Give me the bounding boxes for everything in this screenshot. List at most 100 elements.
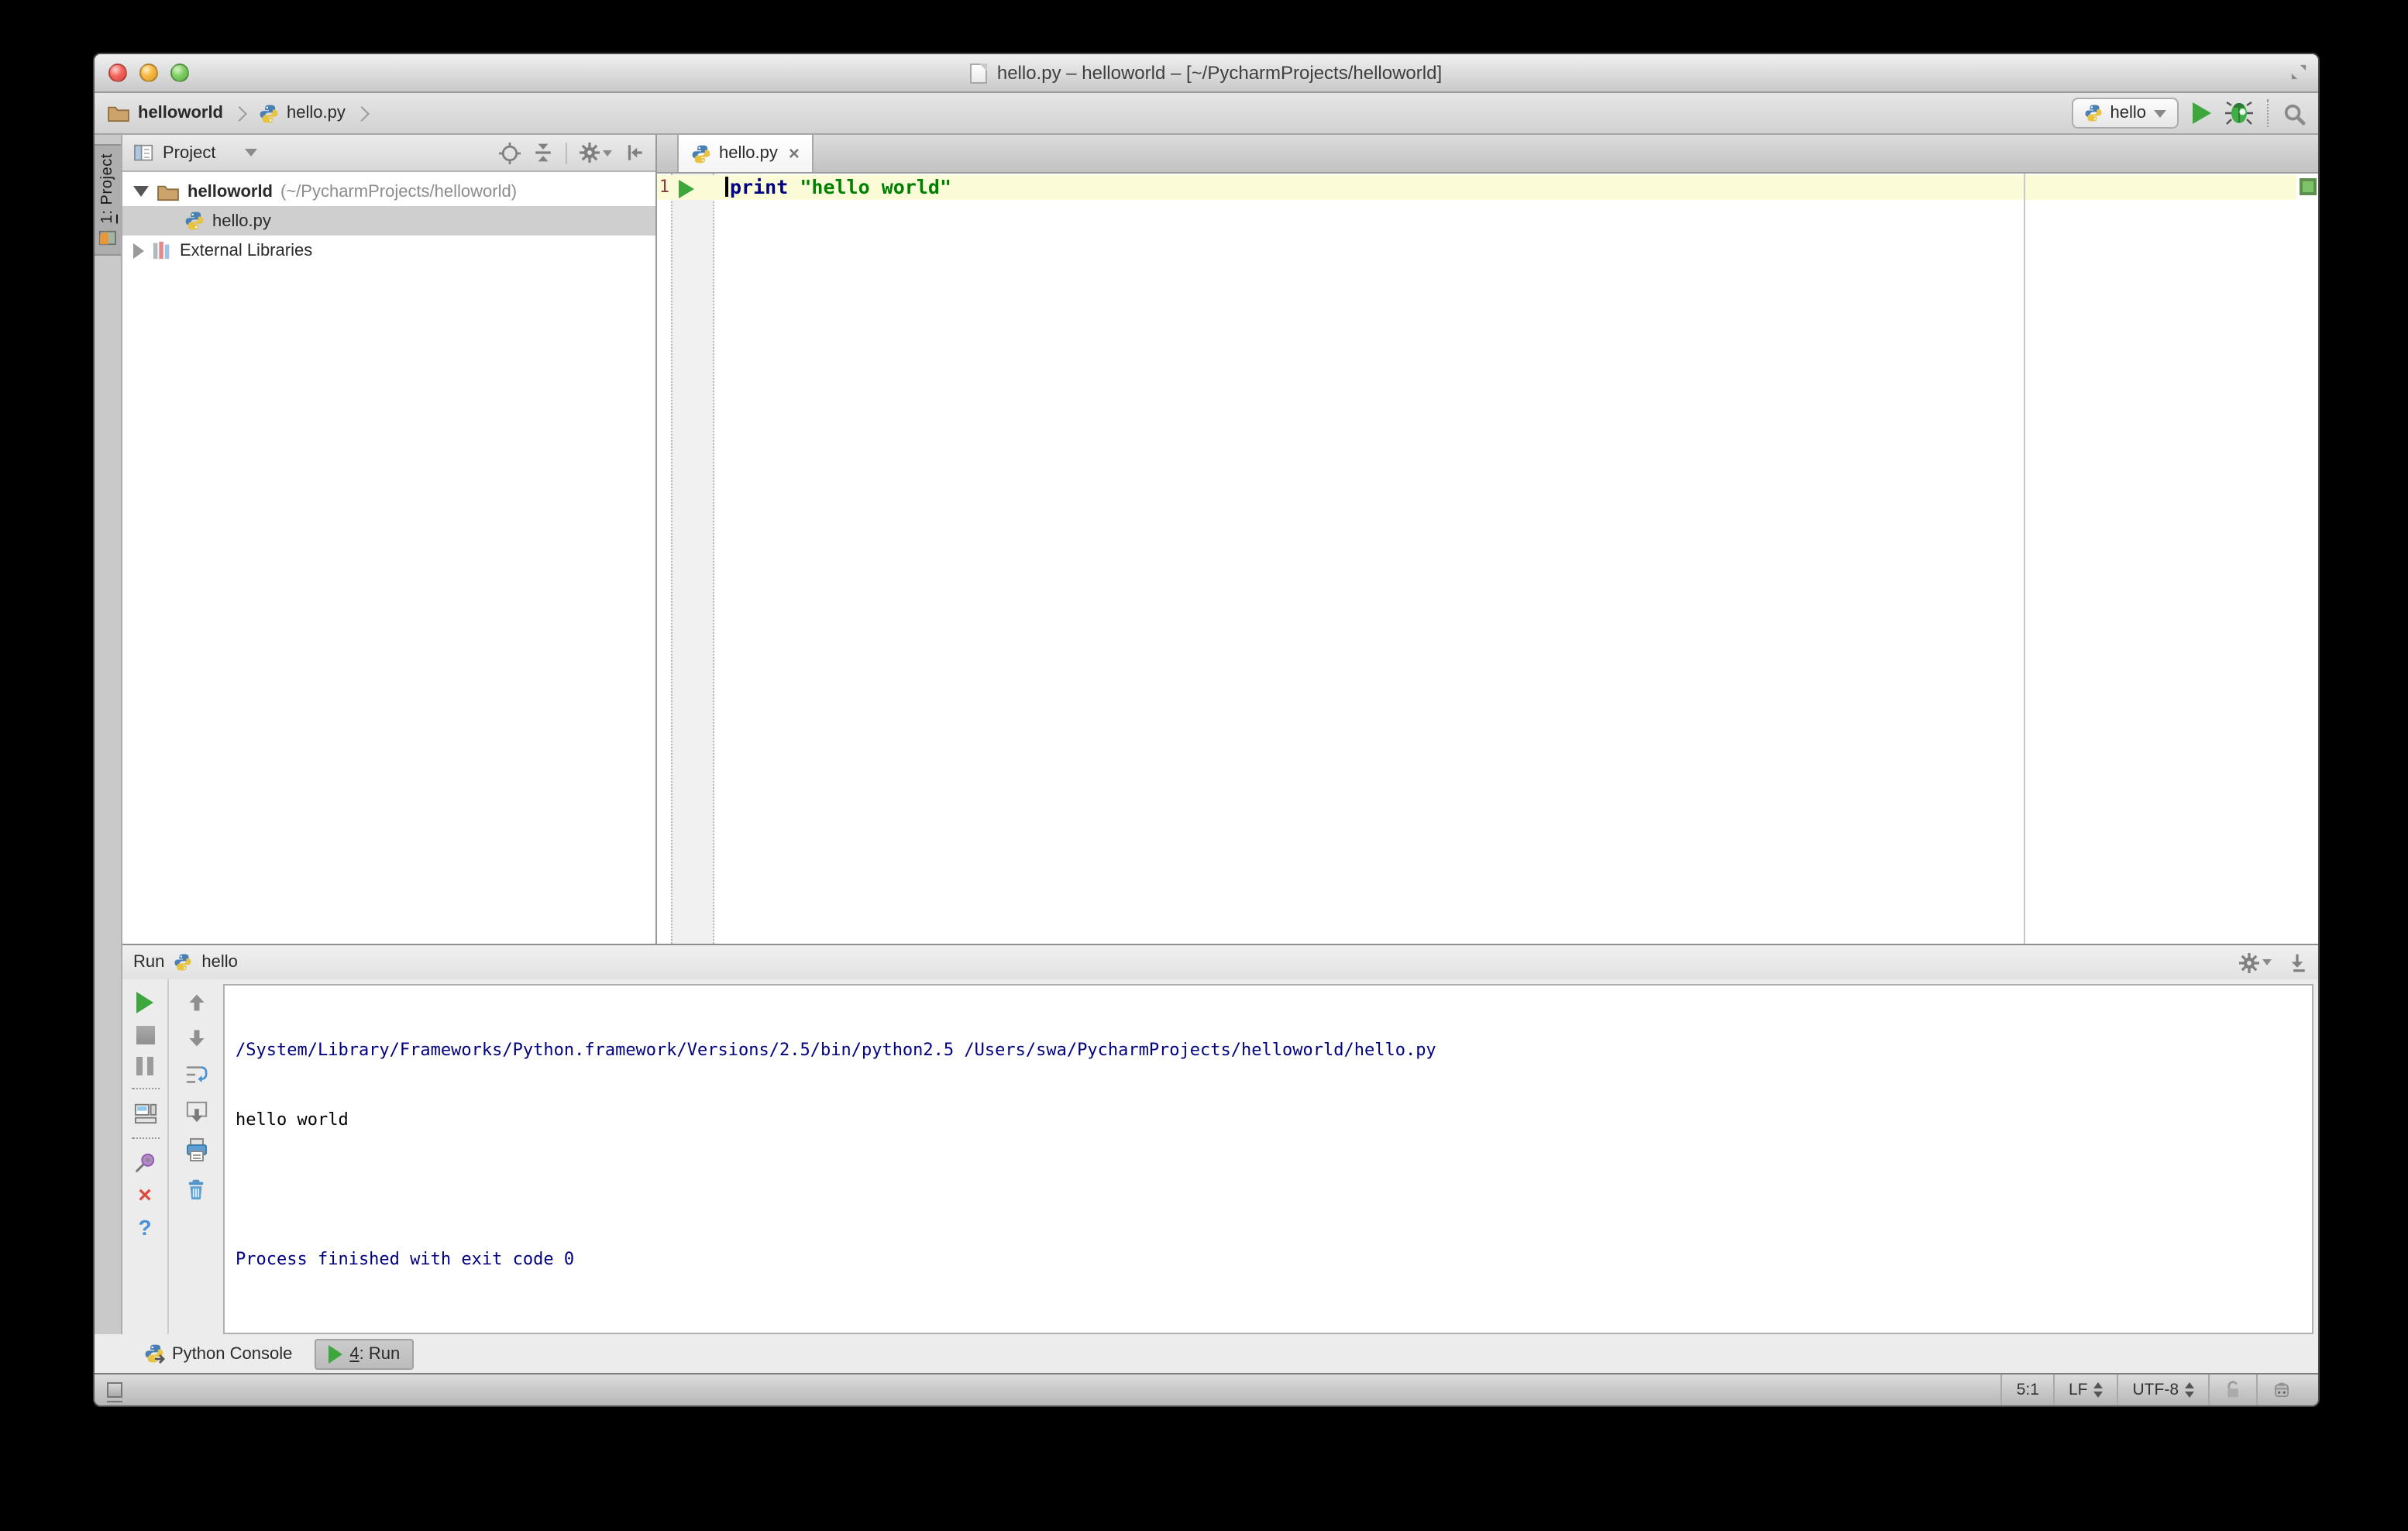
hector-inspector-icon <box>2275 1382 2289 1397</box>
folder-icon <box>157 182 180 201</box>
project-stripe-label: 1: Project <box>99 153 116 224</box>
fullscreen-arrows-icon[interactable] <box>2290 64 2307 81</box>
clear-console-trash-icon[interactable] <box>184 1176 208 1201</box>
project-tool-window: Project helloworld (~/PycharmProjects/he… <box>122 135 657 944</box>
code-string: "hello world" <box>800 175 952 198</box>
selector-arrows-icon <box>2093 1382 2104 1398</box>
hide-panel-down-icon[interactable] <box>2287 952 2307 972</box>
breadcrumb-file[interactable]: hello.py <box>287 104 346 122</box>
code-line-1: print "hello world" <box>725 175 951 200</box>
line-separator-widget[interactable]: LF <box>2052 1374 2117 1405</box>
python-icon <box>2084 104 2103 122</box>
title-bar: hello.py – helloworld – [~/PycharmProjec… <box>95 54 2318 93</box>
zoom-window-button[interactable] <box>170 64 189 82</box>
scroll-to-end-icon[interactable] <box>184 1100 208 1123</box>
traffic-lights <box>108 64 189 82</box>
run-panel-settings[interactable] <box>2239 952 2272 972</box>
stop-button[interactable] <box>136 1026 154 1044</box>
error-stripe <box>2296 174 2318 944</box>
chevron-down-icon <box>2154 109 2166 117</box>
lock-widget[interactable] <box>2208 1374 2256 1405</box>
gear-icon <box>2239 952 2259 972</box>
document-proxy-icon <box>970 63 988 83</box>
help-icon[interactable]: ? <box>138 1216 151 1238</box>
toolbar-separator <box>2267 99 2269 127</box>
chevron-right-icon <box>232 105 247 121</box>
tree-item-external-libraries[interactable]: External Libraries <box>122 236 655 265</box>
tab-hello-py[interactable]: hello.py × <box>677 135 814 172</box>
highlighting-level-widget[interactable] <box>2256 1374 2306 1405</box>
panel-settings[interactable] <box>580 143 612 163</box>
up-stack-trace-icon[interactable] <box>185 992 207 1013</box>
line-number: 1 <box>659 177 669 197</box>
status-bar: 5:1 LF UTF-8 <box>95 1373 2318 1405</box>
console-line: hello world <box>236 1110 349 1130</box>
down-stack-trace-icon[interactable] <box>185 1027 207 1049</box>
caret-position-widget[interactable]: 5:1 <box>2000 1374 2053 1405</box>
encoding-widget[interactable]: UTF-8 <box>2117 1374 2209 1405</box>
close-panel-icon[interactable]: × <box>138 1184 152 1207</box>
chevron-down-icon <box>245 149 258 157</box>
soft-wrap-icon[interactable] <box>184 1063 208 1086</box>
minimize-window-button[interactable] <box>139 64 158 82</box>
text-caret <box>725 177 728 197</box>
debug-bug-button[interactable] <box>2225 101 2253 126</box>
console-output[interactable]: /System/Library/Frameworks/Python.framew… <box>223 984 2313 1334</box>
scroll-from-source-icon[interactable] <box>499 142 521 163</box>
run-line-marker-icon[interactable] <box>679 180 694 198</box>
project-view-selector[interactable]: Project <box>163 143 216 162</box>
collapsed-arrow-icon[interactable] <box>133 243 144 258</box>
pause-button[interactable] <box>136 1057 153 1075</box>
toggle-tool-window-stripes-icon[interactable] <box>107 1382 122 1402</box>
tree-item-project-root[interactable]: helloworld (~/PycharmProjects/helloworld… <box>122 177 655 206</box>
run-panel-header: Run hello <box>122 945 2318 979</box>
collapse-all-icon[interactable] <box>533 143 553 163</box>
pycharm-window: hello.py – helloworld – [~/PycharmProjec… <box>93 53 2320 1407</box>
restore-layout-icon[interactable] <box>132 1102 157 1125</box>
chevron-down-icon <box>603 150 612 156</box>
python-file-icon <box>691 143 711 163</box>
run-toolbar-main: × ? <box>122 979 169 1334</box>
python-file-icon <box>259 103 279 123</box>
pin-tab-icon[interactable] <box>133 1151 157 1175</box>
breadcrumb-project[interactable]: helloworld <box>138 104 223 122</box>
sidebar-item-project[interactable]: 1: Project <box>95 144 121 256</box>
folder-icon <box>107 104 130 122</box>
tab-label: hello.py <box>719 144 778 163</box>
tree-item-label: helloworld <box>187 182 273 201</box>
inspection-status-ok-icon[interactable] <box>2300 178 2317 195</box>
search-icon[interactable] <box>2282 101 2306 125</box>
close-window-button[interactable] <box>108 64 127 82</box>
close-tab-icon[interactable]: × <box>789 144 800 163</box>
breadcrumb: helloworld hello.py <box>107 103 373 123</box>
navigation-bar: helloworld hello.py hello <box>95 93 2318 135</box>
tool-window-button-run[interactable]: 4: Run <box>314 1338 415 1369</box>
chevron-down-icon <box>2262 959 2272 965</box>
run-icon <box>328 1344 342 1363</box>
tool-window-bottom-bar: Python Console 4: Run <box>95 1334 2318 1373</box>
tree-item-path: (~/PycharmProjects/helloworld) <box>280 182 518 201</box>
toolbar-separator <box>131 1137 159 1139</box>
expanded-arrow-icon[interactable] <box>133 186 149 197</box>
hide-panel-icon[interactable] <box>624 143 645 163</box>
code-editor[interactable]: 1 print "hello world" <box>657 174 2318 944</box>
project-view-icon <box>134 143 153 160</box>
run-button[interactable] <box>2193 102 2211 124</box>
rerun-button[interactable] <box>136 992 153 1013</box>
tree-item-hello-py[interactable]: hello.py <box>122 206 655 236</box>
unlock-icon <box>2227 1381 2238 1398</box>
tool-window-button-python-console[interactable]: Python Console <box>132 1339 304 1368</box>
chevron-right-icon <box>353 105 370 121</box>
screen-background: hello.py – helloworld – [~/PycharmProjec… <box>0 0 2408 1531</box>
print-icon[interactable] <box>184 1137 208 1162</box>
tool-window-stripe-left: 1: Project <box>95 135 122 1334</box>
python-icon <box>174 953 192 972</box>
run-panel-config-name: hello <box>201 953 238 972</box>
libraries-icon <box>152 240 172 260</box>
tool-window-button-label: Python Console <box>172 1344 293 1363</box>
console-line: /System/Library/Frameworks/Python.framew… <box>236 1040 1436 1060</box>
run-configuration-select[interactable]: hello <box>2071 98 2179 129</box>
tree-item-label: hello.py <box>212 212 271 230</box>
run-configuration-name: hello <box>2110 104 2147 122</box>
